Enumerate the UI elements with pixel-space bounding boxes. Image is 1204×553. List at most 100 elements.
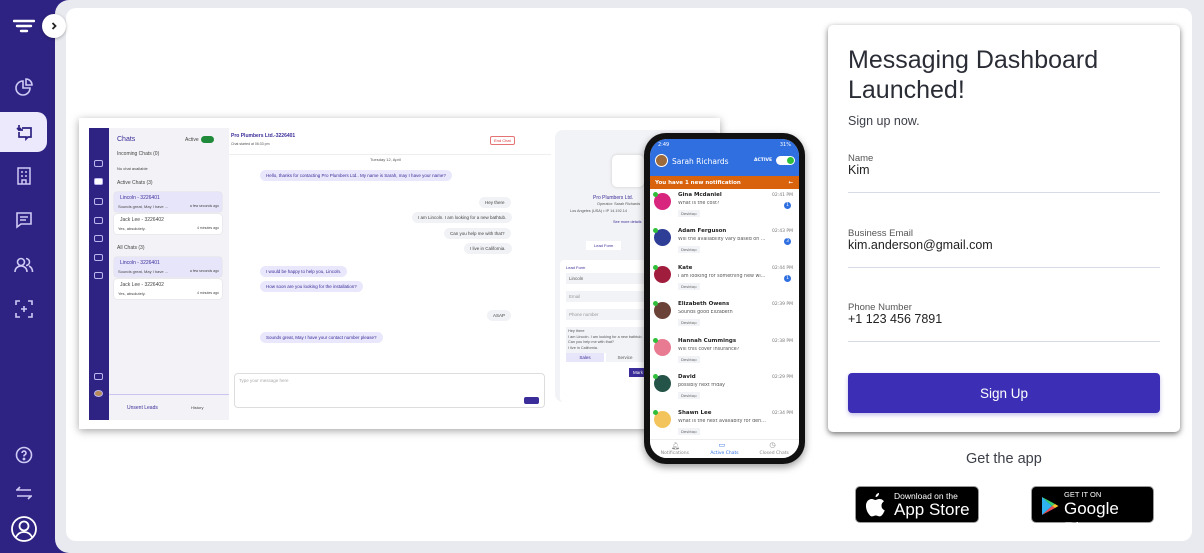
chats-title: Chats (117, 136, 136, 143)
field-value[interactable]: kim.anderson@gmail.com (848, 238, 1160, 252)
no-chat-text: No chat available (117, 166, 148, 171)
phone-field[interactable]: Phone Number +1 123 456 7891 (848, 302, 1160, 342)
phone-header: 2:49 31% Sarah Richards ACTIVE (650, 139, 799, 176)
company-name: Pro Plumbers Ltd. (593, 195, 634, 201)
chat-time: 4 minutes ago (197, 291, 219, 295)
notification-text: You have 1 new notification (655, 179, 741, 186)
phone-chat-item[interactable]: Adam Ferguson Will the availability vary… (650, 225, 799, 261)
name-field[interactable]: Name Kim (848, 153, 1160, 193)
chat-card[interactable]: Jack Lee - 3226402 Yes, absolutely. 4 minu… (114, 214, 222, 234)
chat-name: Elizabeth Owens (678, 301, 730, 308)
notification-banner[interactable]: You have 1 new notification ← (650, 176, 799, 189)
phone-chat-item[interactable]: David possibly next friday Desktop 02:29… (650, 371, 799, 407)
online-dot (653, 373, 658, 379)
app-store-button[interactable]: Download on the App Store (855, 486, 979, 523)
chat-msg: Yes, absolutely. (118, 226, 146, 231)
get-the-app-label: Get the app (966, 451, 1042, 467)
desktop-dashboard-preview: Chats Active Incoming Chats (0) No chat … (79, 118, 720, 429)
field-value[interactable]: Kim (848, 163, 1160, 177)
active-label: Active (185, 137, 199, 143)
active-toggle[interactable] (201, 136, 214, 143)
chat-time: 02:43 PM (772, 229, 793, 235)
users-icon[interactable] (0, 245, 47, 285)
phone-chat-item[interactable]: Hannah Cummings Will this cover insuranc… (650, 335, 799, 371)
phone-status: ACTIVE (754, 158, 773, 163)
expand-sidebar-button[interactable] (42, 14, 66, 38)
desktop-tag: Desktop (678, 282, 700, 290)
message-input[interactable]: Type your message here (239, 378, 289, 383)
chat-msg: Sounds great, May I have ... (118, 204, 169, 209)
profile-icon[interactable] (0, 509, 47, 549)
chat-name: Lincoln - 3226401 (120, 195, 160, 201)
chat-card[interactable]: Lincoln - 3226401 Sounds great, May I hav… (114, 257, 222, 277)
end-chat-button[interactable]: End Chat (490, 136, 515, 145)
swap-icon[interactable] (0, 473, 47, 513)
chat-name: David (678, 373, 696, 380)
google-play-button[interactable]: GET IT ON Google Play (1031, 486, 1154, 538)
nav-active-chats[interactable]: ▭ Active Chats (700, 440, 750, 458)
nav-label: Active Chats (710, 451, 739, 456)
google-play-icon (1042, 497, 1059, 515)
preview-chat-list: Chats Active Incoming Chats (0) No chat … (109, 128, 229, 420)
history-tab[interactable]: History (191, 405, 203, 410)
signup-card: Messaging Dashboard Launched! Sign up no… (828, 25, 1180, 432)
phone-chat-item[interactable]: Kate I am looking for something new wi..… (650, 262, 799, 298)
unsent-leads-tab[interactable]: Unsent Leads (127, 405, 158, 411)
appstore-text: App Store (894, 500, 970, 519)
filter-icon[interactable] (0, 7, 47, 47)
phone-chat-item[interactable]: Gina Mcdaniel What is the cost? Desktop … (650, 189, 799, 225)
message-bubble: Hey there (479, 197, 511, 208)
status-toggle[interactable] (776, 156, 795, 165)
chat-name: Lincoln - 3226401 (120, 260, 160, 266)
unread-badge: 3 (784, 238, 791, 246)
phone-chat-item[interactable]: Elizabeth Owens Sounds good Elizabeth De… (650, 298, 799, 334)
message-bubble: Hello, thanks for contacting Pro Plumber… (260, 170, 452, 181)
message-icon[interactable] (0, 200, 47, 240)
nav-closed-chats[interactable]: ◷ Closed Chats (749, 440, 799, 458)
mobile-app-preview: 2:49 31% Sarah Richards ACTIVE You have … (644, 133, 805, 464)
sales-button[interactable]: Sales (566, 353, 604, 362)
preview-conversation: Pro Plumbers Ltd.-3226401 Chat started a… (229, 128, 551, 420)
play-text: Google Play (1064, 499, 1119, 538)
email-field[interactable]: Business Email kim.anderson@gmail.com (848, 228, 1160, 268)
help-icon[interactable] (0, 435, 47, 475)
field-value[interactable]: +1 123 456 7891 (848, 312, 1160, 326)
chat-card[interactable]: Lincoln - 3226401 Sounds great, May I hav… (114, 192, 222, 212)
chat-name: Jack Lee - 3226402 (120, 282, 164, 288)
service-button[interactable]: Service (606, 353, 644, 362)
online-dot (653, 337, 658, 343)
incoming-chats-header[interactable]: Incoming Chats (0) (117, 151, 159, 157)
chat-card[interactable]: Jack Lee - 3226402 Yes, absolutely. 4 minu… (114, 279, 222, 299)
sign-up-button[interactable]: Sign Up (848, 373, 1160, 413)
chat-time: a few seconds ago (189, 269, 219, 273)
all-chats-header[interactable]: All Chats (3) (117, 245, 145, 251)
pie-chart-icon[interactable] (0, 67, 47, 107)
operator-text: Operator: Sarah Richards (597, 202, 641, 206)
chat-time: a few seconds ago (189, 204, 219, 208)
building-icon[interactable] (0, 156, 47, 196)
chat-time: 02:34 PM (772, 411, 793, 417)
chat-name: Shawn Lee (678, 410, 712, 417)
chat-time: 02:44 PM (772, 265, 793, 271)
active-chats-header[interactable]: Active Chats (3) (117, 180, 153, 186)
nav-label: Closed Chats (759, 451, 789, 456)
chat-time: 02:38 PM (772, 338, 793, 344)
nav-label: Notifications (660, 451, 689, 456)
chat-bubble-icon: ▭ (718, 441, 726, 449)
send-button[interactable] (524, 397, 539, 404)
lead-form-title: Lead Form (566, 265, 586, 270)
arrow-left-icon: ← (788, 179, 793, 186)
lead-form-tab[interactable]: Lead Form (586, 241, 622, 250)
chat-transfer-icon[interactable] (0, 112, 47, 152)
chat-name: Gina Mcdaniel (678, 192, 722, 198)
desktop-tag: Desktop (678, 355, 700, 363)
see-more-link[interactable]: See more details (613, 220, 642, 224)
play-small-text: GET IT ON (1064, 490, 1102, 499)
online-dot (653, 264, 658, 270)
scan-add-icon[interactable] (0, 289, 47, 329)
unread-badge: 1 (784, 202, 791, 209)
phone-user-name: Sarah Richards (672, 157, 729, 166)
online-dot (653, 192, 658, 197)
nav-notifications[interactable]: 🔔︎ Notifications (650, 440, 700, 458)
message-bubble: Can you help me with that? (444, 228, 511, 239)
